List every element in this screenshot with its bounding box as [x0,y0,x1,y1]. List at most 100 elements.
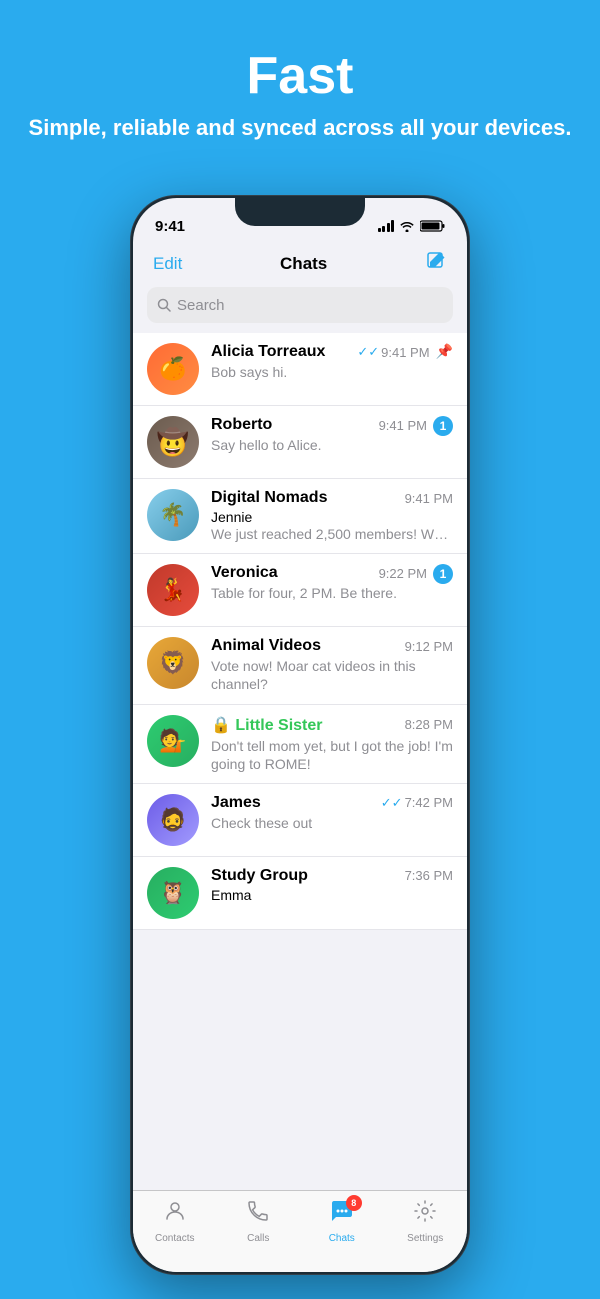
avatar-veronica: 💃 [147,564,199,616]
chat-preview-veronica: Table for four, 2 PM. Be there. [211,584,427,602]
tab-chats-badge: 8 [346,1195,362,1211]
badge-roberto: 1 [433,416,453,436]
tab-chats-icon: 8 [330,1199,354,1230]
chat-time-sister: 8:28 PM [405,717,453,732]
chat-meta-roberto: 1 [433,416,453,436]
chat-name-james: James [211,794,261,812]
chat-name-alicia: Alicia Torreaux [211,343,325,361]
tab-calls-icon [246,1199,270,1230]
chat-preview-study: Emma [211,887,453,903]
search-container: Search [133,287,467,333]
chat-header-alicia: Alicia Torreaux ✓✓ 9:41 PM [211,343,430,361]
hero-header: Fast Simple, reliable and synced across … [0,0,600,171]
chat-content-james: James ✓✓ 7:42 PM Check these out [211,794,453,832]
chat-name-animal: Animal Videos [211,637,321,655]
pin-icon-alicia: 📌 [436,343,453,360]
lock-icon: 🔒 [211,717,231,734]
avatar-digital: 🌴 [147,489,199,541]
avatar-sister: 💁 [147,715,199,767]
chat-header-roberto: Roberto 9:41 PM [211,416,427,434]
chat-item-roberto[interactable]: 🤠 Roberto 9:41 PM Say hello to Alice. 1 [133,406,467,479]
tab-chats-label: Chats [329,1233,355,1244]
chat-item-alicia[interactable]: 🍊 Alicia Torreaux ✓✓ 9:41 PM Bob says hi… [133,333,467,406]
chat-name-veronica: Veronica [211,564,278,582]
hero-subtitle: Simple, reliable and synced across all y… [0,113,600,143]
badge-veronica: 1 [433,564,453,584]
chat-name-digital: Digital Nomads [211,489,327,507]
chat-preview-animal: Vote now! Moar cat videos in this channe… [211,657,453,693]
chat-time-veronica: 9:22 PM [379,566,427,581]
status-icons [378,220,446,232]
chat-time-roberto: 9:41 PM [379,418,427,433]
tab-contacts-label: Contacts [155,1233,194,1244]
phone-screen: 9:41 [133,198,467,1272]
tab-calls-label: Calls [247,1233,269,1244]
hero-title: Fast [0,48,600,105]
chat-item-sister[interactable]: 💁 🔒 Little Sister 8:28 PM Don't tell mom… [133,705,467,784]
chat-header-digital: Digital Nomads 9:41 PM [211,489,453,507]
chat-header-veronica: Veronica 9:22 PM [211,564,427,582]
edit-button[interactable]: Edit [153,254,182,274]
search-bar[interactable]: Search [147,287,453,323]
chat-header-sister: 🔒 Little Sister 8:28 PM [211,715,453,735]
chat-header-study: Study Group 7:36 PM [211,867,453,885]
chat-time-study: 7:36 PM [405,868,453,883]
search-icon [157,298,171,312]
tab-settings-label: Settings [407,1233,443,1244]
chat-item-study[interactable]: 🦉 Study Group 7:36 PM Emma [133,857,467,930]
chat-content-veronica: Veronica 9:22 PM Table for four, 2 PM. B… [211,564,427,602]
signal-icon [378,220,395,232]
chat-item-digital[interactable]: 🌴 Digital Nomads 9:41 PM Jennie We just … [133,479,467,554]
chat-preview-digital: Jennie We just reached 2,500 members! WO… [211,509,453,543]
tab-chats[interactable]: 8 Chats [300,1199,384,1244]
chat-item-james[interactable]: 🧔 James ✓✓ 7:42 PM Check these out [133,784,467,857]
nav-bar: Edit Chats [133,242,467,287]
chat-meta-alicia: 📌 [436,343,453,360]
chat-preview-roberto: Say hello to Alice. [211,436,427,454]
read-check-alicia: ✓✓ [357,344,379,360]
chat-time-digital: 9:41 PM [405,491,453,506]
chat-content-alicia: Alicia Torreaux ✓✓ 9:41 PM Bob says hi. [211,343,430,381]
avatar-study: 🦉 [147,867,199,919]
chat-content-roberto: Roberto 9:41 PM Say hello to Alice. [211,416,427,454]
chat-item-veronica[interactable]: 💃 Veronica 9:22 PM Table for four, 2 PM.… [133,554,467,627]
battery-icon [420,220,445,232]
chat-preview-james: Check these out [211,814,453,832]
chat-content-sister: 🔒 Little Sister 8:28 PM Don't tell mom y… [211,715,453,773]
chat-time-james: ✓✓ 7:42 PM [381,795,453,811]
chat-time-animal: 9:12 PM [405,639,453,654]
avatar-roberto: 🤠 [147,416,199,468]
tab-contacts[interactable]: Contacts [133,1199,217,1244]
phone-shell: 9:41 [130,195,470,1275]
chat-header-animal: Animal Videos 9:12 PM [211,637,453,655]
avatar-james: 🧔 [147,794,199,846]
chat-time-alicia: ✓✓ 9:41 PM [357,344,429,360]
chat-name-roberto: Roberto [211,416,272,434]
chat-name-sister: 🔒 Little Sister [211,715,323,735]
chat-content-animal: Animal Videos 9:12 PM Vote now! Moar cat… [211,637,453,693]
notch [235,198,365,226]
tab-bar: Contacts Calls 8 [133,1190,467,1272]
read-check-james: ✓✓ [381,795,403,811]
chat-content-digital: Digital Nomads 9:41 PM Jennie We just re… [211,489,453,543]
chat-item-animal[interactable]: 🦁 Animal Videos 9:12 PM Vote now! Moar c… [133,627,467,704]
search-placeholder: Search [177,297,225,314]
tab-settings[interactable]: Settings [384,1199,468,1244]
chat-header-james: James ✓✓ 7:42 PM [211,794,453,812]
chat-preview-alicia: Bob says hi. [211,363,430,381]
avatar-animal: 🦁 [147,637,199,689]
chat-preview-sister: Don't tell mom yet, but I got the job! I… [211,737,453,773]
chat-scroll-area: 🍊 Alicia Torreaux ✓✓ 9:41 PM Bob says hi… [133,333,467,1272]
tab-contacts-icon [163,1199,187,1230]
wifi-icon [399,220,415,232]
compose-button[interactable] [425,250,447,277]
chat-name-study: Study Group [211,867,308,885]
nav-title: Chats [280,254,327,274]
status-time: 9:41 [155,218,185,235]
chat-list: 🍊 Alicia Torreaux ✓✓ 9:41 PM Bob says hi… [133,333,467,930]
tab-settings-icon [413,1199,437,1230]
tab-calls[interactable]: Calls [217,1199,301,1244]
chat-meta-veronica: 1 [433,564,453,584]
avatar-alicia: 🍊 [147,343,199,395]
chat-content-study: Study Group 7:36 PM Emma [211,867,453,903]
